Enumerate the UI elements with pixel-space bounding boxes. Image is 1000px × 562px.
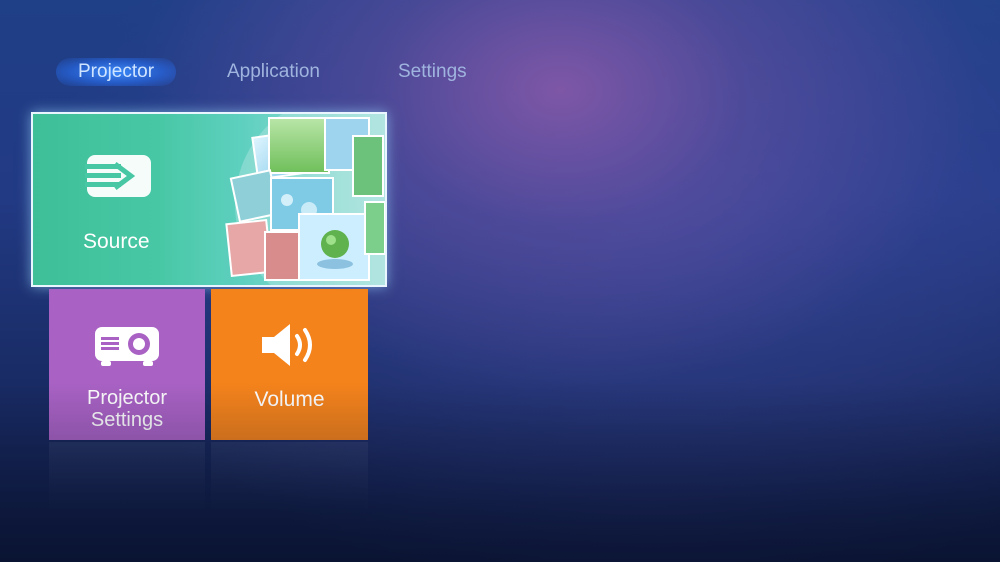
projector-home-screen: Projector Application Settings Source Pr…: [0, 0, 1000, 562]
projector-settings-tile[interactable]: Projector Settings: [49, 289, 205, 440]
source-artwork-image: [225, 114, 385, 285]
volume-tile[interactable]: Volume: [211, 289, 368, 440]
tab-projector[interactable]: Projector: [56, 58, 177, 86]
projector-icon: [95, 327, 159, 366]
source-label: Source: [83, 230, 150, 253]
projector-settings-label-line1: Projector: [86, 387, 168, 409]
volume-label: Volume: [254, 388, 325, 411]
input-source-icon: [85, 155, 151, 197]
tile-reflection: [211, 442, 368, 512]
source-tile[interactable]: Source: [31, 112, 387, 287]
projector-settings-label-line2: Settings: [90, 409, 164, 431]
projector-settings-label: Projector Settings: [49, 387, 205, 431]
speaker-icon: [262, 324, 312, 366]
tab-settings[interactable]: Settings: [398, 58, 467, 86]
tab-application[interactable]: Application: [227, 58, 320, 86]
tile-reflection: [49, 442, 205, 512]
